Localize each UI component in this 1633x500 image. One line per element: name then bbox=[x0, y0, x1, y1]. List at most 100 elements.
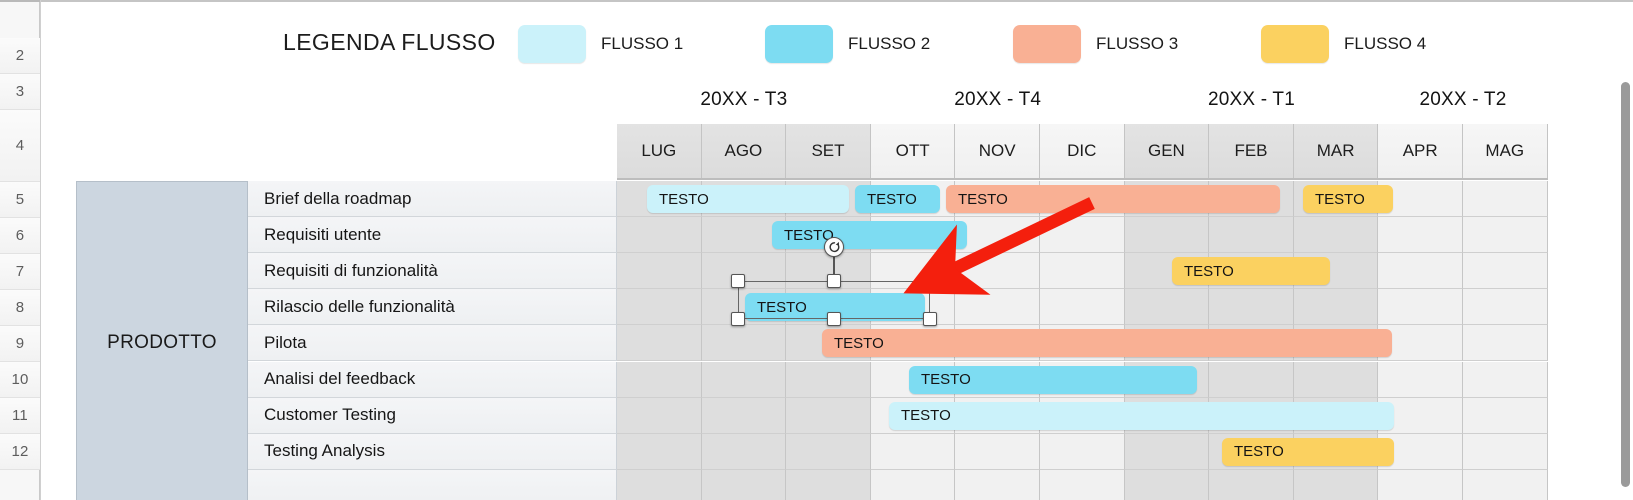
resize-handle-se[interactable] bbox=[923, 312, 937, 326]
month-header-mar: MAR bbox=[1293, 124, 1379, 178]
grid-cell[interactable] bbox=[1293, 361, 1379, 398]
grid-cell[interactable] bbox=[1378, 289, 1463, 326]
resize-handle-s[interactable] bbox=[827, 312, 841, 326]
grid-cell[interactable] bbox=[1378, 469, 1463, 500]
row-number-8[interactable]: 8 bbox=[0, 290, 40, 326]
grid-cell[interactable] bbox=[701, 469, 787, 500]
grid-cell[interactable] bbox=[617, 289, 702, 326]
row-number-9[interactable]: 9 bbox=[0, 326, 40, 362]
grid-cell[interactable] bbox=[1293, 469, 1379, 500]
grid-cell[interactable] bbox=[786, 433, 871, 470]
grid-cell[interactable] bbox=[1124, 469, 1210, 500]
grid-cell[interactable] bbox=[1293, 289, 1379, 326]
grid-cell[interactable] bbox=[617, 325, 702, 362]
grid-cell[interactable] bbox=[786, 469, 871, 500]
grid-cell[interactable] bbox=[1378, 217, 1463, 254]
task-name-cell[interactable]: Requisiti utente bbox=[248, 217, 617, 254]
gantt-bar[interactable]: TESTO bbox=[647, 185, 849, 213]
resize-handle-ne[interactable] bbox=[923, 274, 937, 288]
gantt-bar[interactable]: TESTO bbox=[855, 185, 940, 213]
grid-cell[interactable] bbox=[701, 325, 787, 362]
grid-cell[interactable] bbox=[1463, 361, 1548, 398]
grid-cell[interactable] bbox=[1209, 361, 1294, 398]
grid-cell[interactable] bbox=[1040, 217, 1125, 254]
grid-cell[interactable] bbox=[1378, 253, 1463, 290]
grid-cell[interactable] bbox=[1463, 433, 1548, 470]
grid-cell[interactable] bbox=[1124, 217, 1210, 254]
grid-cell[interactable] bbox=[617, 397, 702, 434]
grid-cell[interactable] bbox=[1209, 217, 1294, 254]
grid-cell[interactable] bbox=[617, 217, 702, 254]
gantt-bar[interactable]: TESTO bbox=[946, 185, 1280, 213]
grid-cell[interactable] bbox=[1463, 325, 1548, 362]
grid-cell[interactable] bbox=[1463, 181, 1548, 218]
grid-cell[interactable] bbox=[701, 361, 787, 398]
grid-cell[interactable] bbox=[955, 469, 1040, 500]
row-number-10[interactable]: 10 bbox=[0, 362, 40, 398]
task-name-cell[interactable]: Rilascio delle funzionalità bbox=[248, 289, 617, 326]
gantt-bar[interactable]: TESTO bbox=[1222, 437, 1394, 466]
gantt-bar[interactable]: TESTO bbox=[822, 329, 1392, 358]
grid-cell[interactable] bbox=[786, 361, 871, 398]
grid-cell[interactable] bbox=[1124, 289, 1210, 326]
grid-cell[interactable] bbox=[955, 253, 1040, 290]
grid-cell[interactable] bbox=[1209, 289, 1294, 326]
grid-cell[interactable] bbox=[1040, 469, 1125, 500]
gantt-bar[interactable]: TESTO bbox=[772, 221, 967, 250]
task-name-cell[interactable]: Analisi del feedback bbox=[248, 361, 617, 398]
grid-cell[interactable] bbox=[1463, 217, 1548, 254]
grid-cell[interactable] bbox=[1040, 433, 1125, 470]
row-number-12[interactable]: 12 bbox=[0, 434, 40, 470]
resize-handle-n[interactable] bbox=[827, 274, 841, 288]
row-number-3[interactable]: 3 bbox=[0, 74, 40, 110]
row-number-7[interactable]: 7 bbox=[0, 254, 40, 290]
row-number-5[interactable]: 5 bbox=[0, 182, 40, 218]
task-name-cell[interactable]: Requisiti di funzionalità bbox=[248, 253, 617, 290]
rotate-icon[interactable] bbox=[824, 237, 844, 257]
canvas-top-divider bbox=[41, 0, 1633, 2]
grid-cell[interactable] bbox=[1463, 469, 1548, 500]
row-number-4[interactable]: 4 bbox=[0, 110, 40, 182]
resize-handle-sw[interactable] bbox=[731, 312, 745, 326]
grid-cell[interactable] bbox=[617, 469, 702, 500]
shape-selection[interactable] bbox=[731, 237, 937, 326]
row-number-6[interactable]: 6 bbox=[0, 218, 40, 254]
grid-cell[interactable] bbox=[1040, 253, 1125, 290]
grid-cell[interactable] bbox=[1378, 361, 1463, 398]
grid-cell[interactable] bbox=[701, 433, 787, 470]
grid-cell[interactable] bbox=[1463, 253, 1548, 290]
grid-cell[interactable] bbox=[1463, 289, 1548, 326]
task-name-cell[interactable]: Customer Testing bbox=[248, 397, 617, 434]
vertical-scrollbar-thumb[interactable] bbox=[1621, 82, 1630, 487]
gantt-bar[interactable]: TESTO bbox=[889, 401, 1394, 430]
grid-cell[interactable] bbox=[1293, 217, 1379, 254]
grid-cell[interactable] bbox=[1040, 289, 1125, 326]
grid-cell[interactable] bbox=[955, 217, 1040, 254]
grid-cell[interactable] bbox=[617, 253, 702, 290]
grid-cell[interactable] bbox=[870, 469, 956, 500]
grid-cell[interactable] bbox=[701, 397, 787, 434]
row-number-2[interactable]: 2 bbox=[0, 38, 40, 74]
grid-cell[interactable] bbox=[1124, 433, 1210, 470]
resize-handle-nw[interactable] bbox=[731, 274, 745, 288]
grid-cell[interactable] bbox=[617, 433, 702, 470]
grid-cell[interactable] bbox=[955, 433, 1040, 470]
task-name-cell[interactable]: Testing Analysis bbox=[248, 433, 617, 470]
row-number-gutter[interactable]: 2 3 4 5 6 7 8 9 10 11 12 bbox=[0, 0, 40, 500]
grid-cell[interactable] bbox=[786, 397, 871, 434]
quarter-label-2: 20XX - T4 bbox=[954, 89, 1042, 110]
task-name-cell[interactable]: Pilota bbox=[248, 325, 617, 362]
sheet-canvas[interactable]: LEGENDA FLUSSO FLUSSO 1 FLUSSO 2 FLUSSO 3 F… bbox=[41, 0, 1633, 500]
grid-cell[interactable] bbox=[870, 433, 956, 470]
vertical-scrollbar[interactable] bbox=[1621, 82, 1630, 487]
task-name-cell[interactable]: Brief della roadmap bbox=[248, 181, 617, 218]
grid-cell[interactable] bbox=[1463, 397, 1548, 434]
grid-cell[interactable] bbox=[1209, 469, 1294, 500]
gantt-bar[interactable]: TESTO bbox=[1303, 185, 1393, 213]
gantt-bar[interactable]: TESTO bbox=[909, 365, 1197, 394]
row-number-11[interactable]: 11 bbox=[0, 398, 40, 434]
gantt-bar[interactable]: TESTO bbox=[1172, 257, 1330, 286]
grid-cell[interactable] bbox=[955, 289, 1040, 326]
task-name-cell[interactable] bbox=[248, 469, 617, 500]
grid-cell[interactable] bbox=[617, 361, 702, 398]
